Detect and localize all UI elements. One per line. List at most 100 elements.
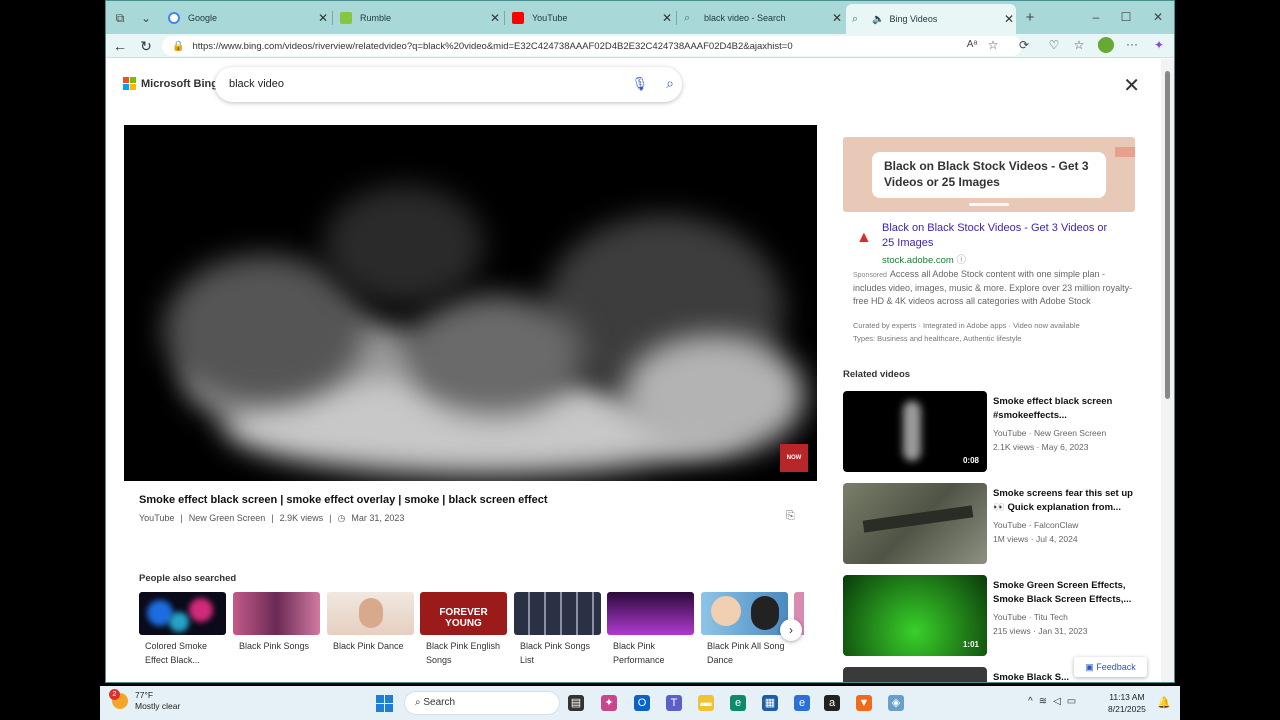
tab-bing-videos[interactable]: ⌕ 🔈 Bing Videos ✕ [846,4,1016,34]
video-player[interactable]: NOW [124,125,817,481]
related-search-card[interactable]: Black Pink Performance [607,592,694,667]
tab-google[interactable]: Google ✕ [162,5,330,31]
workspaces-icon[interactable]: ⧉ [112,10,128,26]
file-explorer-icon[interactable]: ▬ [698,695,714,711]
share-icon[interactable]: ⎘ [786,510,795,523]
tab-title: YouTube [532,13,568,23]
notifications-bell-icon[interactable]: 🔔 [1156,695,1172,711]
info-icon: ⓘ [956,255,966,266]
copilot-icon[interactable]: ✦ [601,695,617,711]
url-text: https://www.bing.com/videos/riverview/re… [192,40,793,52]
favorite-star-icon[interactable]: ☆ [985,37,1001,53]
battery-icon: ▭ [1066,696,1083,707]
ad-domain[interactable]: stock.adobe.com ⓘ [882,252,966,266]
speaker-icon[interactable]: 🔈 [872,14,884,25]
related-video-item[interactable]: 0:08 Smoke effect black screen #smokeeff… [843,391,1143,473]
close-tab-icon[interactable]: ✕ [316,11,330,25]
new-tab-icon[interactable]: + [1022,10,1038,26]
related-search-card[interactable]: Black Pink Dance [327,592,414,653]
related-search-card[interactable]: Black Pink All Song Dance [701,592,788,667]
video-channel[interactable]: New Green Screen [189,513,266,524]
edge-icon[interactable]: e [730,695,746,711]
favorites-icon[interactable]: ☆ [1071,37,1087,53]
ad-body-text: Access all Adobe Stock content with one … [853,269,1133,306]
store-icon[interactable]: ▦ [762,695,778,711]
logo-text: Microsoft Bing [141,77,218,90]
refresh-icon[interactable]: ↻ [137,37,155,55]
system-tray[interactable]: ^≋◁▭ [1028,696,1082,707]
extensions-icon[interactable]: ⟳ [1016,37,1032,53]
ad-headline[interactable]: Black on Black Stock Videos - Get 3 Vide… [882,221,1122,251]
tab-black-video-search[interactable]: ⌕ black video - Search ✕ [678,5,844,31]
maximize-icon[interactable]: ☐ [1118,9,1134,25]
brave-icon[interactable]: ▼ [856,695,872,711]
related-search-label: Black Pink English Songs [426,641,501,665]
related-search-card[interactable]: Black Pink Songs List [514,592,601,667]
tab-title: Bing Videos [889,14,938,24]
weather-widget[interactable]: 2 77°F Mostly clear [109,689,180,712]
related-video-title: Smoke Green Screen Effects, Smoke Black … [993,580,1132,605]
related-video-meta: 2.1K views · May 6, 2023 [993,442,1089,452]
rumble-icon [340,12,352,24]
close-window-icon[interactable]: ✕ [1150,9,1166,25]
close-tab-icon[interactable]: ✕ [488,11,502,25]
address-bar-row: ← ↻ 🔒 https://www.bing.com/videos/riverv… [106,34,1174,58]
ad-banner[interactable]: Black on Black Stock Videos - Get 3 Vide… [843,137,1135,212]
more-menu-icon[interactable]: ··· [1124,36,1140,52]
related-search-card[interactable]: FOREVER YOUNG Black Pink English Songs [420,592,507,667]
related-videos-heading: Related videos [843,369,911,380]
ad-types[interactable]: Types: Business and healthcare, Authenti… [853,334,1021,343]
related-video-title: Smoke screens fear this set up 👀 Quick e… [993,488,1133,513]
feedback-button[interactable]: ▣ Feedback [1074,657,1147,677]
tab-youtube[interactable]: YouTube ✕ [506,5,674,31]
related-video-title: Smoke effect black screen #smokeeffects.… [993,396,1113,421]
task-view-icon[interactable]: ▤ [568,695,584,711]
amazon-icon[interactable]: a [824,695,840,711]
search-query[interactable]: black video [229,78,284,90]
related-search-card[interactable]: Black Pink Songs [233,592,320,653]
microphone-icon[interactable]: 🎙 [631,76,648,92]
people-also-searched-heading: People also searched [139,573,237,584]
related-video-source: YouTube · FalconClaw [993,520,1079,530]
close-icon[interactable]: ✕ [1123,73,1140,98]
address-bar[interactable]: 🔒 https://www.bing.com/videos/riverview/… [162,36,1022,56]
start-button[interactable] [376,695,393,712]
weather-sun-icon: 2 [109,689,128,709]
clock[interactable]: 11:13 AM 8/21/2025 [1108,691,1146,715]
taskbar-search-label: Search [423,697,456,708]
carousel-next-button[interactable]: › [780,619,802,641]
taskbar-search[interactable]: ⌕ Search [404,691,560,715]
photos-icon[interactable]: ◈ [888,695,904,711]
clock-date: 8/21/2025 [1108,704,1146,714]
tab-title: Rumble [360,13,392,23]
outlook-icon[interactable]: O [634,695,650,711]
bing-logo[interactable]: Microsoft Bing [123,77,218,90]
copilot-icon[interactable]: ✦ [1151,37,1167,53]
minimize-icon[interactable]: – [1088,9,1104,25]
close-tab-icon[interactable]: ✕ [1002,12,1016,26]
close-tab-icon[interactable]: ✕ [660,11,674,25]
read-aloud-icon[interactable]: Aᵃ [964,37,980,53]
ad-sublinks[interactable]: Curated by experts · Integrated in Adobe… [853,321,1080,330]
edge-beta-icon[interactable]: e [794,695,810,711]
search-icon: ⌕ [684,12,691,24]
related-video-item[interactable]: 1:01 Smoke Green Screen Effects, Smoke B… [843,575,1143,657]
search-box[interactable]: black video 🎙 ⌕ [215,67,682,102]
browser-essentials-icon[interactable]: ♡ [1046,37,1062,53]
profile-avatar-icon[interactable] [1098,37,1114,53]
tab-rumble[interactable]: Rumble ✕ [334,5,502,31]
related-video-item[interactable]: Smoke screens fear this set up 👀 Quick e… [843,483,1143,565]
back-icon[interactable]: ← [111,37,129,55]
browser-window: ⧉ ⌄ Google ✕ Rumble ✕ YouTube ✕ ⌕ black … [105,0,1175,683]
related-search-card[interactable]: Colored Smoke Effect Black... [139,592,226,667]
related-video-thumb: 1:01 [843,575,987,656]
related-search-thumb [139,592,226,635]
video-title[interactable]: Smoke effect black screen | smoke effect… [139,494,548,506]
teams-icon[interactable]: T [666,695,682,711]
microsoft-logo-icon [123,77,136,90]
search-icon[interactable]: ⌕ [666,75,674,92]
close-tab-icon[interactable]: ✕ [830,11,844,25]
scrollbar[interactable] [1161,59,1174,682]
tab-list-chevron-icon[interactable]: ⌄ [138,10,154,26]
temperature: 77°F [135,690,154,700]
